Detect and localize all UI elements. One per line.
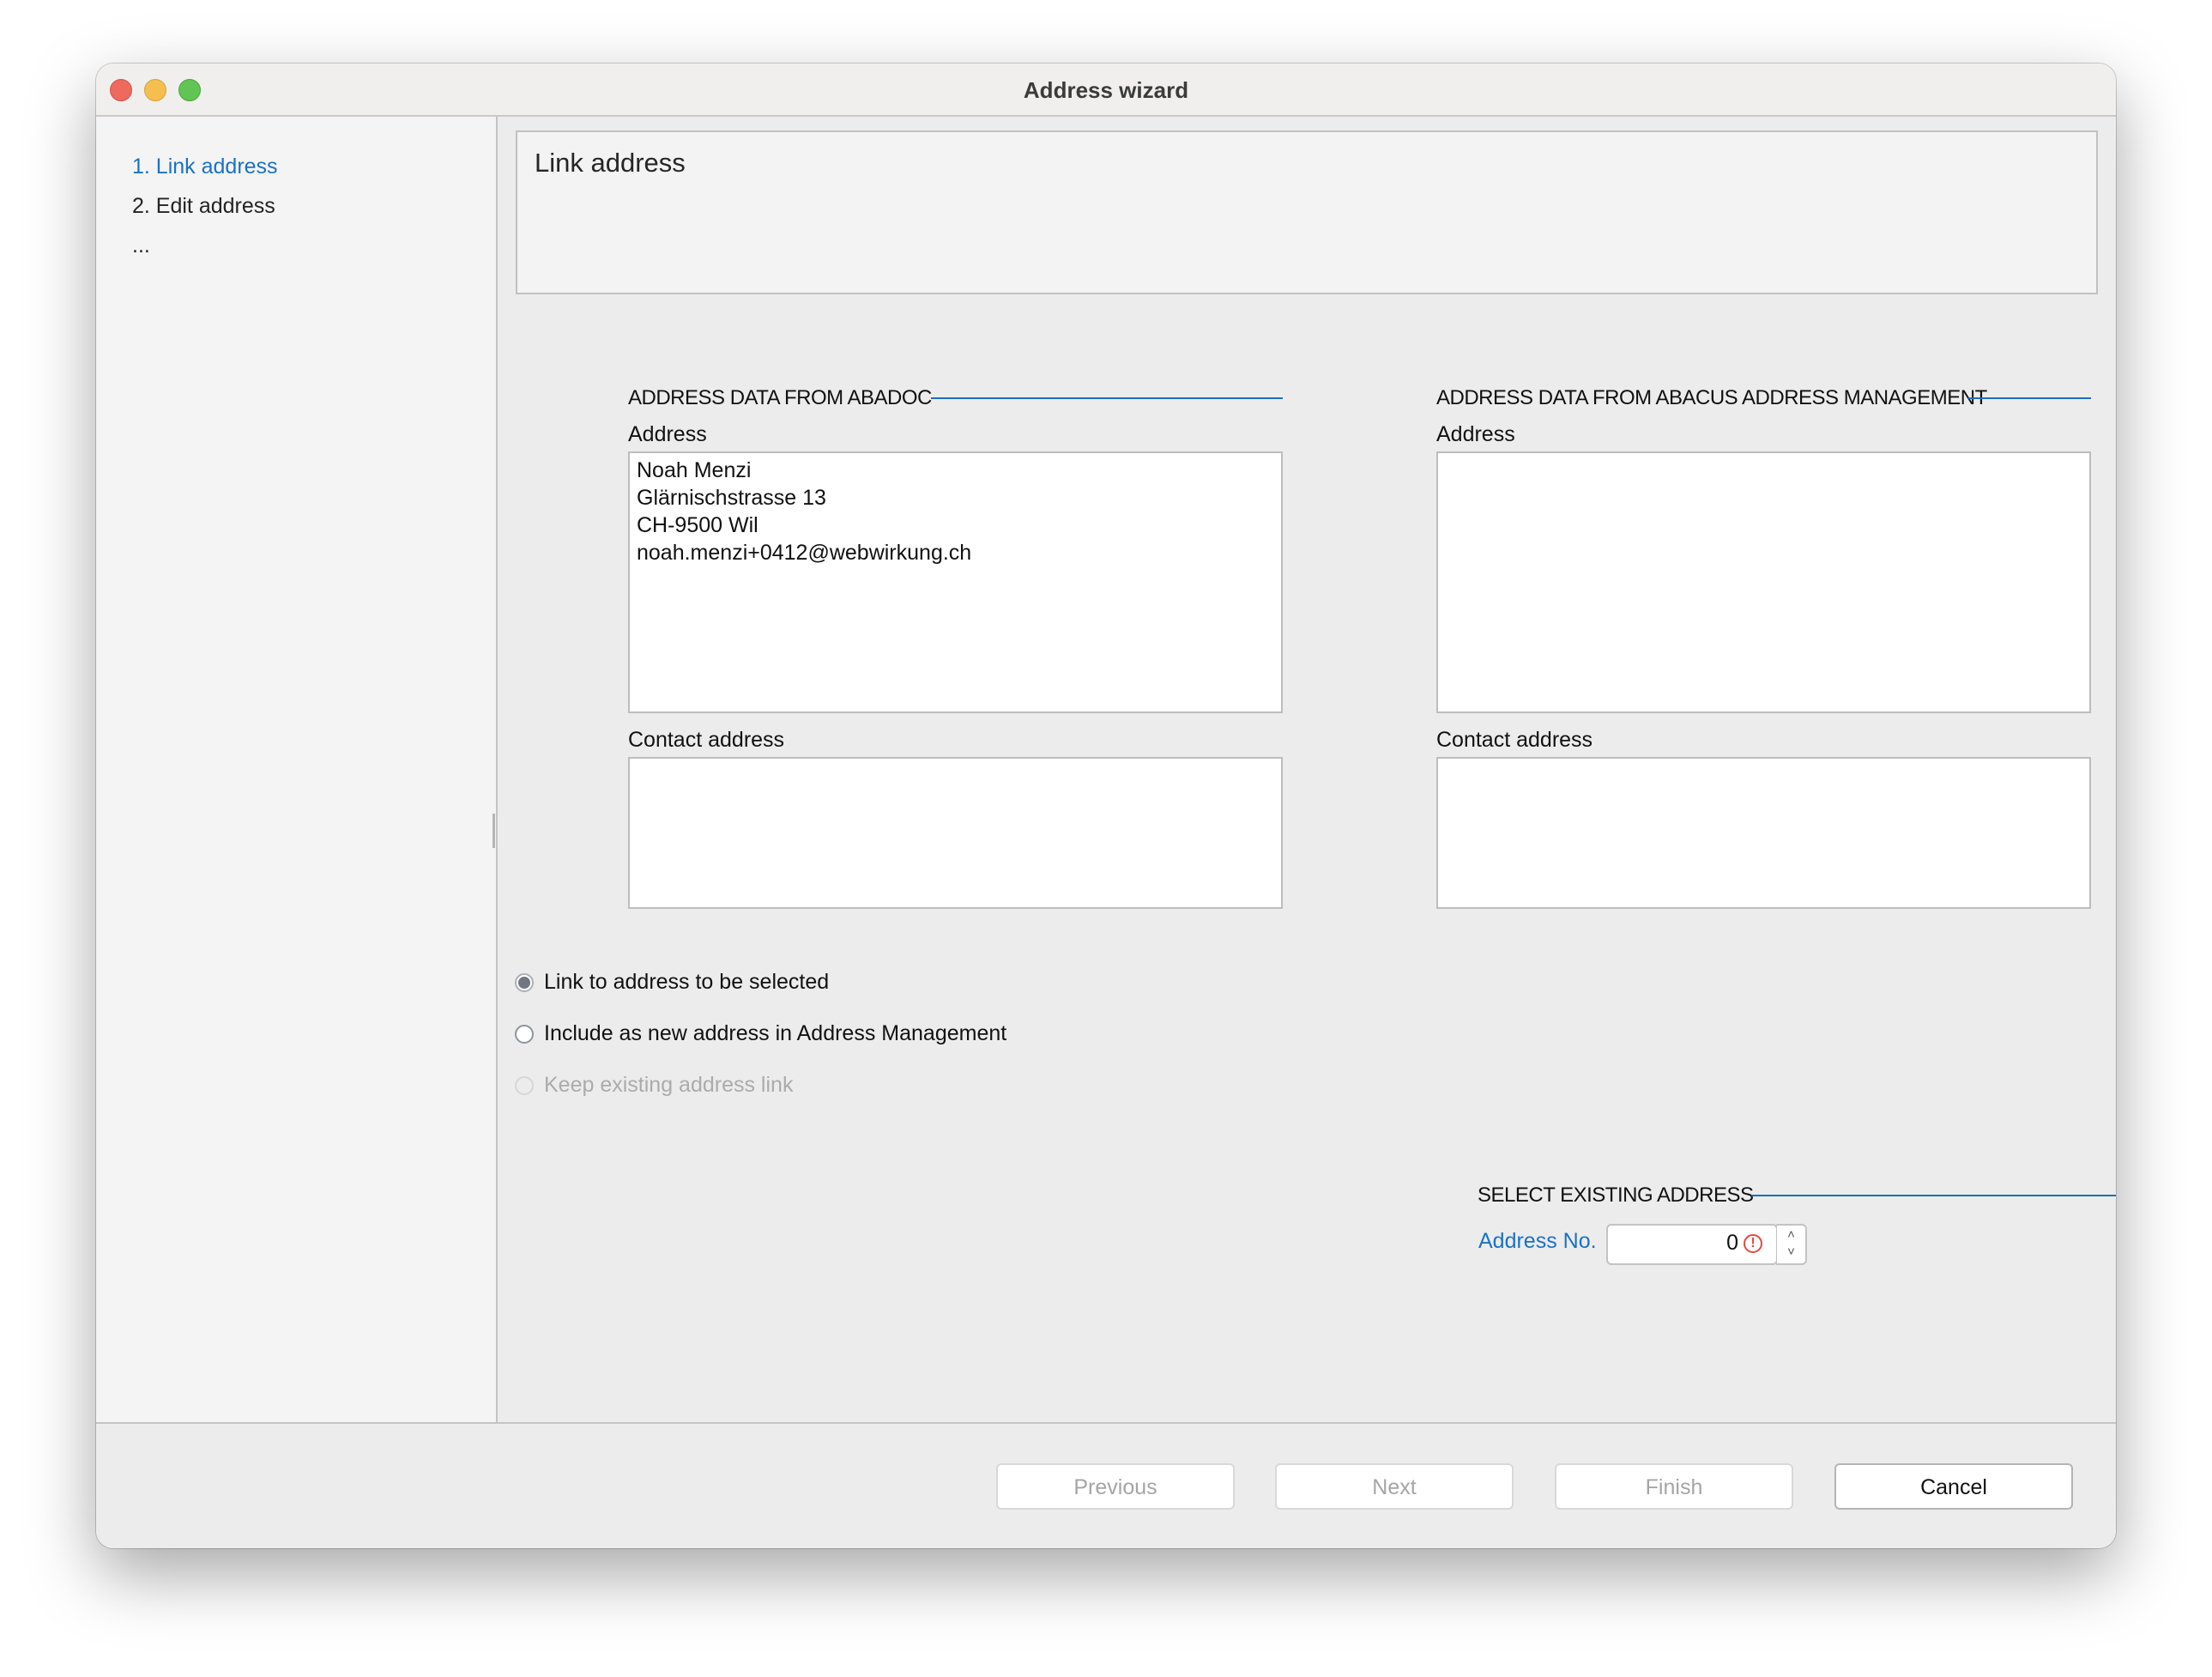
option-include-new[interactable]: Include as new address in Address Manage…: [515, 1021, 1006, 1046]
chevron-up-icon[interactable]: ˄: [1777, 1227, 1805, 1242]
step-edit-address[interactable]: 2. Edit address: [132, 194, 275, 219]
address-no-input[interactable]: 0 !: [1606, 1224, 1778, 1265]
select-existing-section-title: SELECT EXISTING ADDRESS: [1478, 1184, 1754, 1207]
address-no-value: 0: [1726, 1231, 1738, 1255]
option-keep-existing: Keep existing address link: [515, 1073, 793, 1098]
warning-icon: !: [1744, 1234, 1762, 1253]
address-line: Noah Menzi: [637, 458, 752, 482]
radio-button-disabled: [515, 1075, 534, 1095]
abacus-contact-field[interactable]: [1436, 757, 2091, 909]
address-no-stepper[interactable]: ˄ ˅: [1776, 1224, 1807, 1265]
section-divider: [1968, 397, 2091, 399]
step-title: Link address: [535, 148, 686, 178]
section-divider: [1751, 1195, 2116, 1196]
address-line: noah.menzi+0412@webwirkung.ch: [637, 541, 972, 565]
step-more: ...: [132, 233, 150, 257]
option-label: Link to address to be selected: [544, 970, 830, 994]
option-label: Include as new address in Address Manage…: [544, 1021, 1007, 1045]
section-divider: [931, 397, 1283, 399]
abacus-section-title: ADDRESS DATA FROM ABACUS ADDRESS MANAGEM…: [1436, 386, 1987, 409]
window-title: Address wizard: [1023, 77, 1189, 103]
abadoc-section-title: ADDRESS DATA FROM ABADOC: [628, 386, 932, 409]
chevron-down-icon[interactable]: ˅: [1777, 1244, 1805, 1259]
address-wizard-window: Address wizard 1. Link address 2. Edit a…: [96, 64, 2116, 1548]
abadoc-contact-label: Contact address: [628, 728, 785, 752]
address-no-label: Address No.: [1478, 1229, 1597, 1253]
wizard-steps-sidebar: 1. Link address 2. Edit address ...: [96, 117, 498, 1422]
step-header-panel: Link address: [516, 130, 2098, 294]
previous-button[interactable]: Previous: [996, 1463, 1235, 1510]
splitter-handle[interactable]: [493, 814, 495, 848]
address-line: Glärnischstrasse 13: [637, 486, 826, 510]
next-button[interactable]: Next: [1275, 1463, 1514, 1510]
radio-button-checked[interactable]: [515, 972, 534, 992]
cancel-button[interactable]: Cancel: [1834, 1463, 2073, 1510]
abadoc-contact-field[interactable]: [628, 757, 1283, 909]
abadoc-address-label: Address: [628, 422, 707, 446]
radio-button[interactable]: [515, 1024, 534, 1044]
abacus-contact-label: Contact address: [1436, 728, 1593, 752]
abacus-address-field[interactable]: [1436, 451, 2091, 713]
wizard-footer: Previous Next Finish Cancel: [96, 1424, 2116, 1548]
address-line: CH-9500 Wil: [637, 513, 758, 537]
wizard-content: Link address ADDRESS DATA FROM ABADOC Ad…: [493, 117, 2116, 1422]
option-link-to-selected[interactable]: Link to address to be selected: [515, 970, 829, 995]
option-label: Keep existing address link: [544, 1073, 794, 1097]
title-bar: Address wizard: [96, 64, 2116, 117]
abadoc-address-field[interactable]: Noah Menzi Glärnischstrasse 13 CH-9500 W…: [628, 451, 1283, 713]
abacus-address-label: Address: [1436, 422, 1515, 446]
step-link-address[interactable]: 1. Link address: [132, 154, 278, 179]
finish-button[interactable]: Finish: [1555, 1463, 1793, 1510]
